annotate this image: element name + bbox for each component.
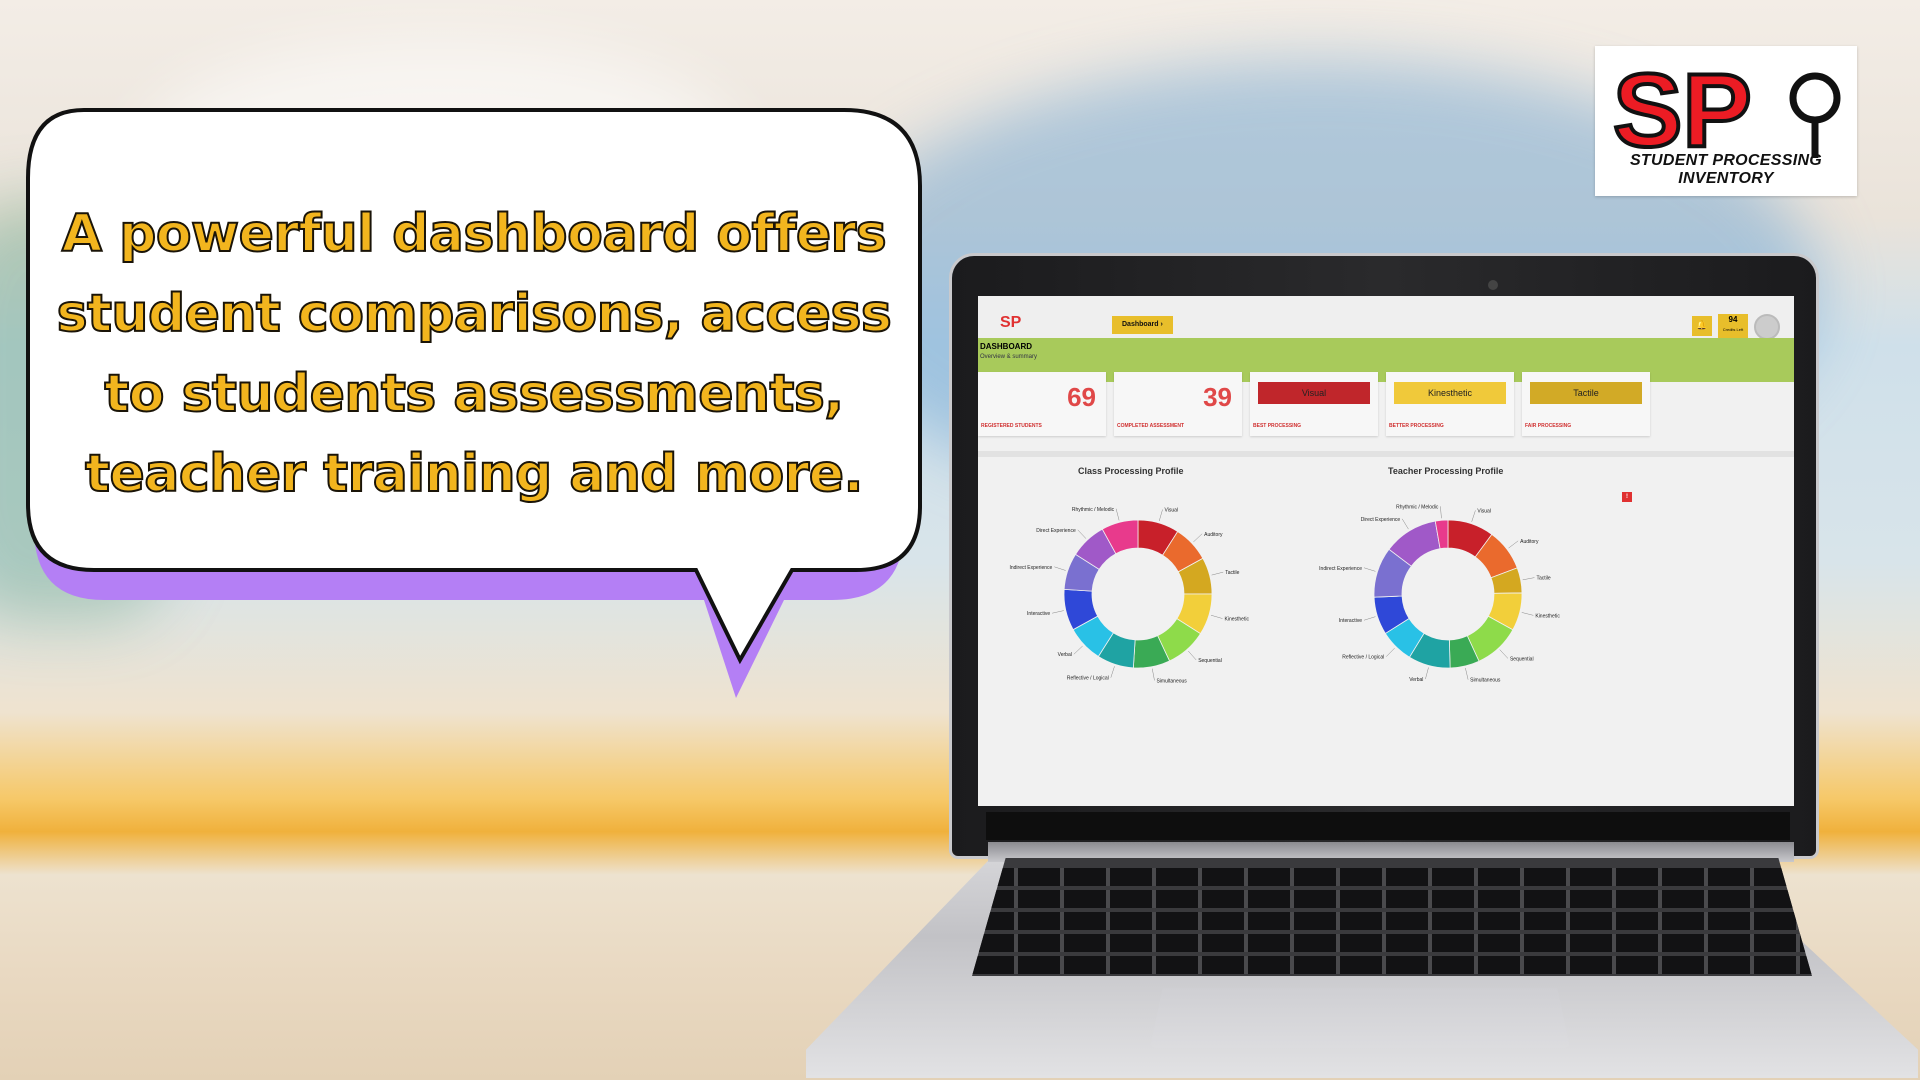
donut-label: Sequential	[1510, 656, 1534, 662]
donut-leader-line	[1158, 509, 1163, 522]
alert-badge[interactable]: !	[1622, 492, 1632, 502]
donut-label: Reflective / Logical	[1067, 676, 1109, 682]
donut-label: Rhythmic / Melodic	[1072, 507, 1115, 513]
donut-leader-line	[1401, 518, 1409, 530]
card-value: 39	[1203, 382, 1232, 412]
donut-leader-line	[1210, 614, 1223, 619]
card-completed-assessment[interactable]: 39 COMPLETED ASSESSMENT	[1114, 372, 1242, 436]
card-label: COMPLETED ASSESSMENT	[1117, 423, 1185, 429]
donut-leader-line	[1073, 645, 1083, 655]
donut-label: Direct Experience	[1361, 517, 1401, 523]
donut-label: Indirect Experience	[1009, 565, 1052, 571]
donut-label: Rhythmic / Melodic	[1396, 504, 1439, 510]
processing-pill: Visual	[1258, 382, 1370, 404]
donut-leader-line	[1211, 571, 1224, 576]
donut-leader-line	[1508, 540, 1519, 549]
keyboard	[972, 858, 1812, 976]
donut-leader-line	[1499, 649, 1509, 659]
donut-label: Visual	[1165, 507, 1179, 513]
logo-mark-text: SP	[1613, 53, 1752, 164]
donut-leader-line	[1363, 567, 1376, 572]
processing-pill: Kinesthetic	[1394, 382, 1506, 404]
processing-pill: Tactile	[1530, 382, 1642, 404]
spi-logo: SP STUDENT PROCESSING INVENTORY	[1595, 46, 1857, 196]
donut-leader-line	[1110, 666, 1115, 678]
donut-label: Direct Experience	[1036, 528, 1076, 534]
donut-label: Auditory	[1204, 532, 1223, 538]
dashboard-brand[interactable]: SP	[1000, 314, 1021, 332]
dashboard-topbar: SP Dashboard › 🔔 94 Credits Left	[978, 296, 1794, 340]
donut-label: Simultaneous	[1470, 678, 1501, 684]
card-registered-students[interactable]: 69 REGISTERED STUDENTS	[978, 372, 1106, 436]
donut-leader-line	[1521, 612, 1534, 616]
donut-label: Interactive	[1339, 618, 1362, 624]
credits-label: Credits Left	[1722, 327, 1744, 332]
donut-label: Kinesthetic	[1535, 613, 1560, 619]
screen-bezel-bottom	[986, 812, 1790, 840]
donut-leader-line	[1522, 577, 1535, 581]
card-label: BEST PROCESSING	[1253, 423, 1302, 429]
donut-leader-line	[1386, 647, 1395, 657]
donut-leader-line	[1115, 508, 1120, 521]
card-better-processing[interactable]: Kinesthetic BETTER PROCESSING	[1386, 372, 1514, 436]
donut-leader-line	[1052, 610, 1064, 614]
donut-leader-line	[1188, 650, 1197, 661]
laptop: SP Dashboard › 🔔 94 Credits Left DASHBOA…	[806, 252, 1918, 1080]
donut-leader-line	[1077, 529, 1087, 539]
donut-label: Indirect Experience	[1319, 566, 1362, 572]
page-title: DASHBOARD	[980, 342, 1032, 351]
breadcrumb-dashboard[interactable]: Dashboard ›	[1112, 316, 1173, 334]
donut-leader-line	[1471, 510, 1476, 522]
donut-leader-line	[1363, 616, 1376, 621]
donut-label: Sequential	[1198, 658, 1222, 664]
card-label: FAIR PROCESSING	[1525, 423, 1572, 429]
donut-label: Tactile	[1225, 570, 1239, 576]
class-chart-title: Class Processing Profile	[1078, 466, 1184, 476]
donut-leader-line	[1054, 566, 1066, 571]
donut-label: Interactive	[1027, 611, 1050, 617]
speech-bubble: A powerful dashboard offers student comp…	[24, 108, 924, 708]
credits-value: 94	[1728, 315, 1738, 324]
credits-badge[interactable]: 94 Credits Left	[1718, 314, 1748, 338]
donut-label: Tactile	[1536, 576, 1550, 582]
donut-leader-line	[1193, 533, 1203, 543]
card-label: BETTER PROCESSING	[1389, 423, 1444, 429]
dashboard-screen: SP Dashboard › 🔔 94 Credits Left DASHBOA…	[978, 296, 1794, 806]
card-best-processing[interactable]: Visual BEST PROCESSING	[1250, 372, 1378, 436]
bell-icon[interactable]: 🔔	[1692, 316, 1712, 336]
donut-label: Simultaneous	[1156, 678, 1187, 684]
camera-icon	[1488, 280, 1498, 290]
trackpad	[1150, 988, 1570, 1048]
card-fair-processing[interactable]: Tactile FAIR PROCESSING	[1522, 372, 1650, 436]
page-subtitle: Overview & summary	[980, 354, 1038, 360]
teacher-processing-donut: Visual Auditory Tactile Kinesthetic Sequenti…	[1319, 504, 1560, 684]
donut-label: Reflective / Logical	[1342, 655, 1384, 661]
donut-leader-line	[1440, 506, 1442, 519]
headline-text: A powerful dashboard offers student comp…	[56, 203, 893, 505]
card-label: REGISTERED STUDENTS	[981, 423, 1042, 429]
spi-logo-mark: SP	[1611, 51, 1841, 164]
donut-leader-line	[1151, 668, 1155, 681]
logo-subtitle: STUDENT PROCESSING INVENTORY	[1629, 152, 1823, 187]
donut-label: Verbal	[1058, 652, 1072, 658]
donut-label: Visual	[1477, 508, 1491, 514]
donut-leader-line	[1465, 667, 1469, 680]
donut-label: Kinesthetic	[1225, 617, 1250, 623]
donut-label: Auditory	[1520, 539, 1539, 545]
teacher-chart-title: Teacher Processing Profile	[1388, 466, 1504, 476]
card-value: 69	[1067, 382, 1096, 412]
donut-leader-line	[1425, 667, 1429, 680]
donut-label: Verbal	[1409, 677, 1423, 683]
class-processing-donut: Visual Auditory Tactile Kinesthetic Sequenti…	[1009, 507, 1250, 685]
avatar[interactable]	[1754, 314, 1780, 340]
divider	[978, 451, 1794, 457]
